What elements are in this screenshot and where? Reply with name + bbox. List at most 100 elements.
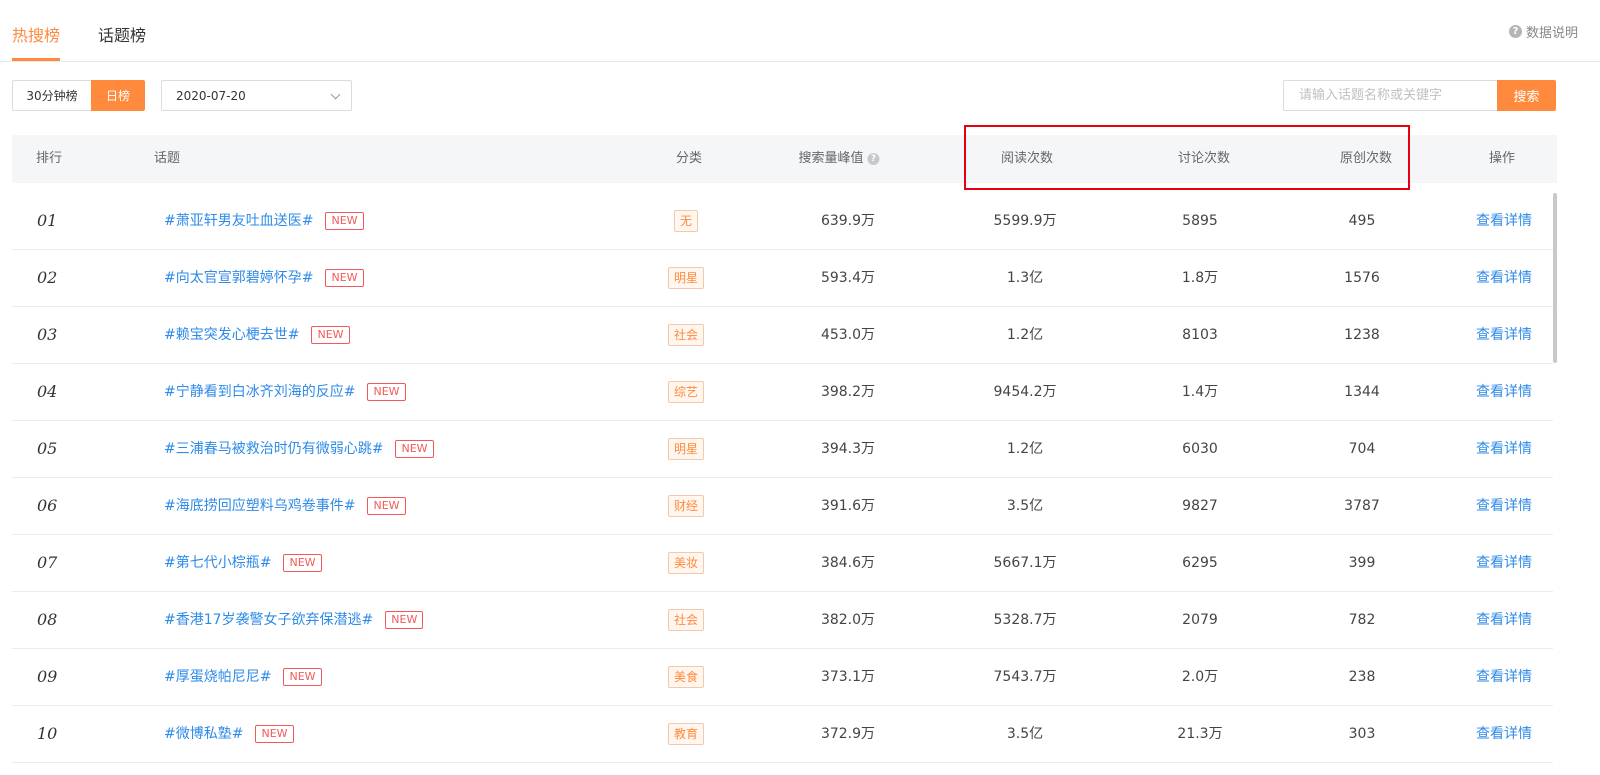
reads-cell: 3.5亿 — [1006, 726, 1044, 742]
table-row: 02 #向太官宣郭碧婷怀孕# NEW 明星 593.4万 1.3亿 1.8万 1… — [12, 250, 1553, 307]
new-badge: NEW — [311, 326, 350, 344]
discussions-cell: 21.3万 — [1177, 726, 1223, 742]
topic-cell: #萧亚轩男友吐血送医# NEW — [164, 193, 364, 249]
view-details-link[interactable]: 查看详情 — [1476, 307, 1532, 363]
topic-cell: #微博私塾# NEW — [164, 706, 294, 762]
discussions-cell: 8103 — [1182, 327, 1218, 343]
search-peak-cell: 639.9万 — [820, 213, 876, 229]
new-badge: NEW — [325, 212, 364, 230]
category-cell: 社会 — [667, 592, 705, 648]
view-details-link[interactable]: 查看详情 — [1476, 364, 1532, 420]
topic-link[interactable]: #萧亚轩男友吐血送医# — [164, 193, 313, 249]
topic-link[interactable]: #向太官宣郭碧婷怀孕# — [164, 250, 313, 306]
table-row: 05 #三浦春马被救治时仍有微弱心跳# NEW 明星 394.3万 1.2亿 6… — [12, 421, 1553, 478]
category-cell: 综艺 — [667, 364, 705, 420]
view-details-label[interactable]: 查看详情 — [1476, 441, 1532, 457]
view-details-link[interactable]: 查看详情 — [1476, 193, 1532, 249]
originals-cell: 238 — [1348, 669, 1376, 685]
view-details-label[interactable]: 查看详情 — [1476, 612, 1532, 628]
view-details-link[interactable]: 查看详情 — [1476, 421, 1532, 477]
vertical-scrollbar[interactable] — [1553, 193, 1557, 363]
data-help-link[interactable]: ? 数据说明 — [1508, 22, 1578, 41]
view-details-link[interactable]: 查看详情 — [1476, 592, 1532, 648]
tab-topics[interactable]: 话题榜 — [98, 22, 146, 46]
topic-link[interactable]: #赖宝突发心梗去世# — [164, 307, 299, 363]
table-row: 07 #第七代小棕瓶# NEW 美妆 384.6万 5667.1万 6295 3… — [12, 535, 1553, 592]
view-details-label[interactable]: 查看详情 — [1476, 555, 1532, 571]
toggle-30min-button[interactable]: 30分钟榜 — [12, 80, 91, 111]
topic-cell: #厚蛋烧帕尼尼# NEW — [164, 649, 322, 705]
topic-link[interactable]: #厚蛋烧帕尼尼# — [164, 649, 271, 705]
header-originals: 原创次数 — [1339, 151, 1393, 166]
view-details-link[interactable]: 查看详情 — [1476, 478, 1532, 534]
new-badge: NEW — [283, 668, 322, 686]
topic-link[interactable]: #三浦春马被救治时仍有微弱心跳# — [164, 421, 383, 477]
reads-cell: 3.5亿 — [1006, 498, 1044, 514]
info-icon[interactable]: ? — [867, 152, 880, 165]
view-details-label[interactable]: 查看详情 — [1476, 669, 1532, 685]
reads-cell: 5667.1万 — [993, 555, 1057, 571]
discussions-cell: 6030 — [1182, 441, 1218, 457]
view-details-label[interactable]: 查看详情 — [1476, 327, 1532, 343]
topic-link[interactable]: #香港17岁袭警女子欲弃保潜逃# — [164, 592, 373, 648]
topic-cell: #赖宝突发心梗去世# NEW — [164, 307, 350, 363]
topic-link[interactable]: #微博私塾# — [164, 706, 243, 762]
rank-cell: 03 — [37, 325, 58, 344]
new-badge: NEW — [283, 554, 322, 572]
category-badge: 社会 — [667, 324, 705, 346]
header-category: 分类 — [675, 151, 703, 166]
discussions-cell: 2079 — [1182, 612, 1218, 628]
topic-link[interactable]: #海底捞回应塑料乌鸡卷事件# — [164, 478, 355, 534]
originals-cell: 782 — [1348, 612, 1376, 628]
topic-cell: #三浦春马被救治时仍有微弱心跳# NEW — [164, 421, 434, 477]
originals-cell: 399 — [1348, 555, 1376, 571]
date-select[interactable]: 2020-07-20 — [161, 80, 352, 111]
reads-cell: 1.2亿 — [1006, 327, 1044, 343]
category-cell: 美食 — [667, 649, 705, 705]
topic-cell: #向太官宣郭碧婷怀孕# NEW — [164, 250, 364, 306]
view-details-link[interactable]: 查看详情 — [1476, 250, 1532, 306]
view-details-label[interactable]: 查看详情 — [1476, 270, 1532, 286]
originals-cell: 3787 — [1344, 498, 1380, 514]
category-cell: 明星 — [667, 421, 705, 477]
search-input[interactable] — [1283, 80, 1498, 111]
discussions-cell: 2.0万 — [1181, 669, 1219, 685]
originals-cell: 303 — [1348, 726, 1376, 742]
reads-cell: 1.3亿 — [1006, 270, 1044, 286]
search-button[interactable]: 搜索 — [1497, 80, 1556, 111]
reads-cell: 1.2亿 — [1006, 441, 1044, 457]
tab-hot-search[interactable]: 热搜榜 — [12, 22, 60, 46]
header-rank: 排行 — [36, 151, 63, 166]
view-details-label[interactable]: 查看详情 — [1476, 726, 1532, 742]
topic-cell: #香港17岁袭警女子欲弃保潜逃# NEW — [164, 592, 424, 648]
rank-cell: 09 — [37, 667, 58, 686]
view-details-label[interactable]: 查看详情 — [1476, 213, 1532, 229]
search-peak-cell: 398.2万 — [820, 384, 876, 400]
data-help-label: 数据说明 — [1525, 26, 1578, 41]
search-peak-cell: 373.1万 — [820, 669, 876, 685]
toggle-daily-button[interactable]: 日榜 — [91, 80, 145, 111]
originals-cell: 1576 — [1344, 270, 1380, 286]
new-badge: NEW — [367, 497, 406, 515]
view-details-link[interactable]: 查看详情 — [1476, 649, 1532, 705]
category-badge: 美妆 — [667, 552, 705, 574]
topic-cell: #第七代小棕瓶# NEW — [164, 535, 322, 591]
category-badge: 综艺 — [667, 381, 705, 403]
search-peak-cell: 453.0万 — [820, 327, 876, 343]
topic-link[interactable]: #第七代小棕瓶# — [164, 535, 271, 591]
originals-cell: 704 — [1348, 441, 1376, 457]
topic-link[interactable]: #宁静看到白冰齐刘海的反应# — [164, 364, 355, 420]
view-details-label[interactable]: 查看详情 — [1476, 498, 1532, 514]
search-peak-cell: 382.0万 — [820, 612, 876, 628]
new-badge: NEW — [367, 383, 406, 401]
search-peak-cell: 372.9万 — [820, 726, 876, 742]
view-details-link[interactable]: 查看详情 — [1476, 535, 1532, 591]
reads-cell: 5599.9万 — [993, 213, 1057, 229]
discussions-cell: 5895 — [1182, 213, 1218, 229]
discussions-cell: 9827 — [1182, 498, 1218, 514]
reads-cell: 9454.2万 — [993, 384, 1057, 400]
originals-cell: 495 — [1348, 213, 1376, 229]
view-details-link[interactable]: 查看详情 — [1476, 706, 1532, 762]
category-cell: 美妆 — [667, 535, 705, 591]
view-details-label[interactable]: 查看详情 — [1476, 384, 1532, 400]
